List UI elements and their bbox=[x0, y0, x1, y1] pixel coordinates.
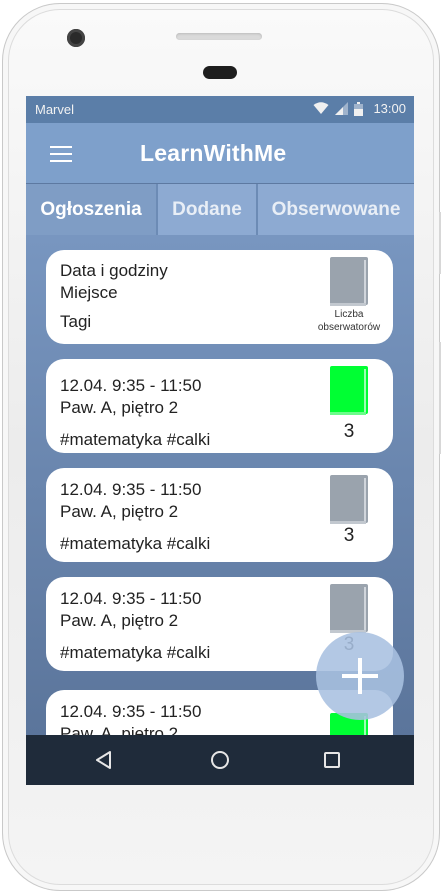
tab-observed[interactable]: Obserwowane bbox=[258, 184, 414, 235]
header-datetime-label: Data i godziny bbox=[60, 261, 168, 280]
plus-icon-stroke bbox=[358, 658, 362, 694]
header-card: Data i godziny Miejsce Tagi Liczba obser… bbox=[46, 250, 393, 344]
carrier-name: Marvel bbox=[35, 102, 75, 117]
item-datetime: 12.04. 9:35 - 11:50 bbox=[60, 702, 202, 721]
app-title: LearnWithMe bbox=[140, 140, 287, 166]
book-icon bbox=[330, 257, 368, 306]
item-datetime: 12.04. 9:35 - 11:50 bbox=[60, 480, 202, 499]
tab-added[interactable]: Dodane bbox=[158, 184, 258, 235]
add-announcement-button[interactable] bbox=[316, 632, 404, 720]
screen: Marvel 13:00 LearnWithMe Ogłoszenia Doda… bbox=[26, 96, 414, 785]
legend-line-2: obserwatorów bbox=[317, 322, 381, 333]
item-tags: #matematyka #calki bbox=[60, 643, 211, 662]
item-place: Paw. A, piętro 2 bbox=[60, 502, 179, 521]
book-icon-followed[interactable] bbox=[328, 366, 370, 416]
home-icon[interactable] bbox=[208, 748, 232, 772]
item-datetime: 12.04. 9:35 - 11:50 bbox=[60, 376, 202, 395]
observers-legend: Liczba obserwatorów bbox=[304, 308, 394, 334]
announcement-card[interactable]: 12.04. 9:35 - 11:50 Paw. A, piętro 2 #ma… bbox=[46, 468, 393, 562]
sensor-bar bbox=[176, 33, 262, 40]
signal-icon bbox=[335, 102, 349, 115]
earpiece-speaker bbox=[203, 66, 237, 79]
status-bar: Marvel 13:00 bbox=[26, 96, 414, 123]
system-nav-bar bbox=[26, 735, 414, 785]
battery-icon bbox=[354, 101, 364, 116]
book-icon[interactable] bbox=[328, 584, 370, 634]
header-tags-label: Tagi bbox=[60, 312, 92, 331]
header-place-label: Miejsce bbox=[60, 283, 118, 302]
tab-announcements[interactable]: Ogłoszenia bbox=[26, 184, 158, 235]
item-place: Paw. A, piętro 2 bbox=[60, 398, 179, 417]
front-camera bbox=[67, 29, 85, 47]
recents-icon[interactable] bbox=[320, 748, 344, 772]
observer-count: 3 bbox=[343, 421, 355, 442]
menu-icon[interactable] bbox=[50, 146, 72, 162]
item-tags: #matematyka #calki bbox=[60, 430, 211, 449]
app-bar: LearnWithMe bbox=[26, 123, 414, 183]
announcement-card[interactable]: 12.04. 9:35 - 11:50 Paw. A, piętro 2 #ma… bbox=[46, 359, 393, 453]
clock-time: 13:00 bbox=[373, 101, 406, 116]
item-place: Paw. A, piętro 2 bbox=[60, 611, 179, 630]
legend-line-1: Liczba bbox=[334, 309, 364, 320]
item-datetime: 12.04. 9:35 - 11:50 bbox=[60, 589, 202, 608]
observer-count: 3 bbox=[343, 525, 355, 546]
wifi-icon bbox=[313, 102, 329, 114]
item-tags: #matematyka #calki bbox=[60, 534, 211, 553]
tab-bar: Ogłoszenia Dodane Obserwowane bbox=[26, 184, 414, 235]
book-icon[interactable] bbox=[328, 475, 370, 525]
back-icon[interactable] bbox=[92, 748, 116, 772]
